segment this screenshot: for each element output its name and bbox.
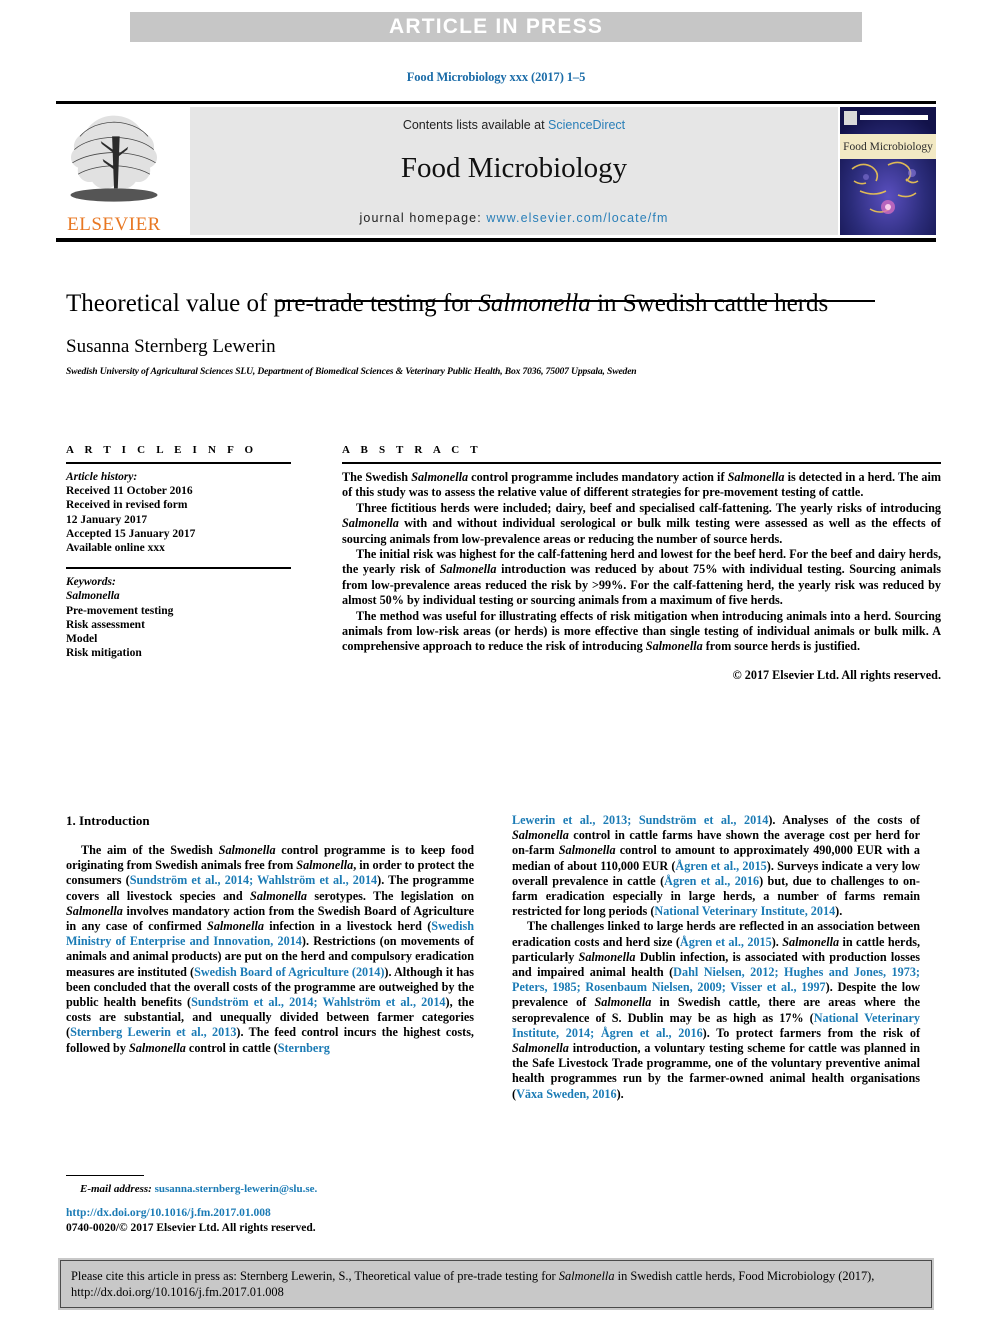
article-history-label: Article history:	[66, 471, 138, 483]
cover-stamp-icon	[844, 111, 857, 125]
journal-cover-thumbnail: Food Microbiology	[840, 107, 936, 235]
history-item: Available online xxx	[66, 542, 165, 555]
abstract-bottom-rule	[276, 300, 875, 302]
sciencedirect-link[interactable]: ScienceDirect	[548, 118, 625, 132]
contents-lists-line: Contents lists available at ScienceDirec…	[190, 118, 838, 132]
abstract-paragraph: Three fictitious herds were included; da…	[342, 500, 941, 546]
abstract-body: The Swedish Salmonella control programme…	[342, 470, 941, 655]
keyword-item: Risk assessment	[66, 618, 145, 631]
article-in-press-label: ARTICLE IN PRESS	[388, 15, 604, 38]
body-column-right: Lewerin et al., 2013; Sundström et al., …	[512, 813, 920, 1102]
author-name: Susanna Sternberg Lewerin	[66, 336, 276, 357]
page-title: Theoretical value of pre-trade testing f…	[66, 288, 876, 319]
email-footnote: E-mail address: susanna.sternberg-leweri…	[66, 1183, 474, 1195]
citation-italic-organism: Salmonella	[558, 1269, 615, 1283]
title-part-2: in Swedish cattle herds	[590, 290, 829, 317]
abstract-paragraph: The initial risk was highest for the cal…	[342, 547, 942, 608]
footnote-block: E-mail address: susanna.sternberg-leweri…	[66, 1175, 474, 1195]
issn-copyright-line: 0740-0020/© 2017 Elsevier Ltd. All right…	[66, 1222, 316, 1234]
keyword-item: Pre-movement testing	[66, 604, 174, 617]
contents-lists-label: Contents lists available at	[402, 118, 549, 132]
keyword-item: Risk mitigation	[66, 647, 142, 660]
footnote-divider	[66, 1175, 144, 1176]
abstract-heading: A B S T R A C T	[342, 444, 482, 456]
elsevier-wordmark: ELSEVIER	[67, 214, 161, 235]
cover-top-bar	[860, 115, 928, 120]
masthead-grey-panel: Contents lists available at ScienceDirec…	[190, 107, 838, 235]
keyword-item: Salmonella	[66, 590, 120, 603]
citation-box: Please cite this article in press as: St…	[58, 1258, 934, 1310]
history-item: Received 11 October 2016	[66, 485, 193, 498]
citation-part-1: Please cite this article in press as: St…	[71, 1269, 559, 1283]
citation-text: Please cite this article in press as: St…	[71, 1268, 921, 1300]
article-info-rule	[66, 462, 291, 464]
article-history-group: Article history: Received 11 October 201…	[66, 470, 291, 555]
email-label: E-mail address:	[80, 1183, 152, 1195]
journal-title: Food Microbiology	[400, 152, 628, 184]
journal-masthead: ELSEVIER Contents lists available at Sci…	[56, 101, 936, 242]
citation-box-inner: Please cite this article in press as: St…	[60, 1260, 932, 1308]
body-columns: 1. Introduction The aim of the Swedish S…	[66, 813, 941, 1193]
body-paragraph: The aim of the Swedish Salmonella contro…	[66, 843, 475, 1055]
history-item: Accepted 15 January 2017	[66, 527, 196, 540]
abstract-rule	[342, 462, 941, 464]
title-italic-organism: Salmonella	[478, 290, 591, 317]
introduction-heading: 1. Introduction	[66, 813, 150, 828]
journal-homepage-line: journal homepage: www.elsevier.com/locat…	[190, 211, 838, 225]
abstract-paragraph: The method was useful for illustrating e…	[342, 608, 941, 654]
journal-reference-line: Food Microbiology xxx (2017) 1–5	[406, 70, 586, 84]
history-item: Received in revised form	[66, 499, 188, 512]
article-in-press-banner: ARTICLE IN PRESS	[130, 12, 862, 42]
journal-homepage-link[interactable]: www.elsevier.com/locate/fm	[486, 211, 668, 225]
keywords-group: Keywords: Salmonella Pre-movement testin…	[66, 575, 291, 660]
keyword-item: Model	[66, 633, 98, 646]
body-paragraph: Lewerin et al., 2013; Sundström et al., …	[512, 813, 920, 919]
title-part-1: Theoretical value of pre-trade testing f…	[66, 290, 479, 317]
article-info-separator	[66, 567, 291, 570]
journal-homepage-label: journal homepage:	[359, 211, 487, 225]
article-info-heading: A R T I C L E I N F O	[66, 444, 258, 456]
email-link[interactable]: susanna.sternberg-lewerin@slu.se.	[155, 1183, 318, 1195]
cover-journal-title: Food Microbiology	[843, 140, 933, 153]
abstract-copyright: © 2017 Elsevier Ltd. All rights reserved…	[732, 667, 941, 682]
article-info-column: A R T I C L E I N F O Article history: R…	[66, 444, 291, 660]
doi-link[interactable]: http://dx.doi.org/10.1016/j.fm.2017.01.0…	[66, 1207, 271, 1219]
history-item: 12 January 2017	[66, 513, 148, 526]
abstract-column: A B S T R A C T The Swedish Salmonella c…	[342, 444, 941, 683]
cover-title-band: Food Microbiology	[840, 134, 936, 159]
keywords-label: Keywords:	[66, 576, 116, 589]
author-affiliation: Swedish University of Agricultural Scien…	[66, 366, 637, 377]
abstract-paragraph: The Swedish Salmonella control programme…	[342, 470, 941, 500]
body-paragraph: The challenges linked to large herds are…	[512, 919, 921, 1101]
body-column-left: 1. Introduction The aim of the Swedish S…	[66, 813, 474, 1056]
